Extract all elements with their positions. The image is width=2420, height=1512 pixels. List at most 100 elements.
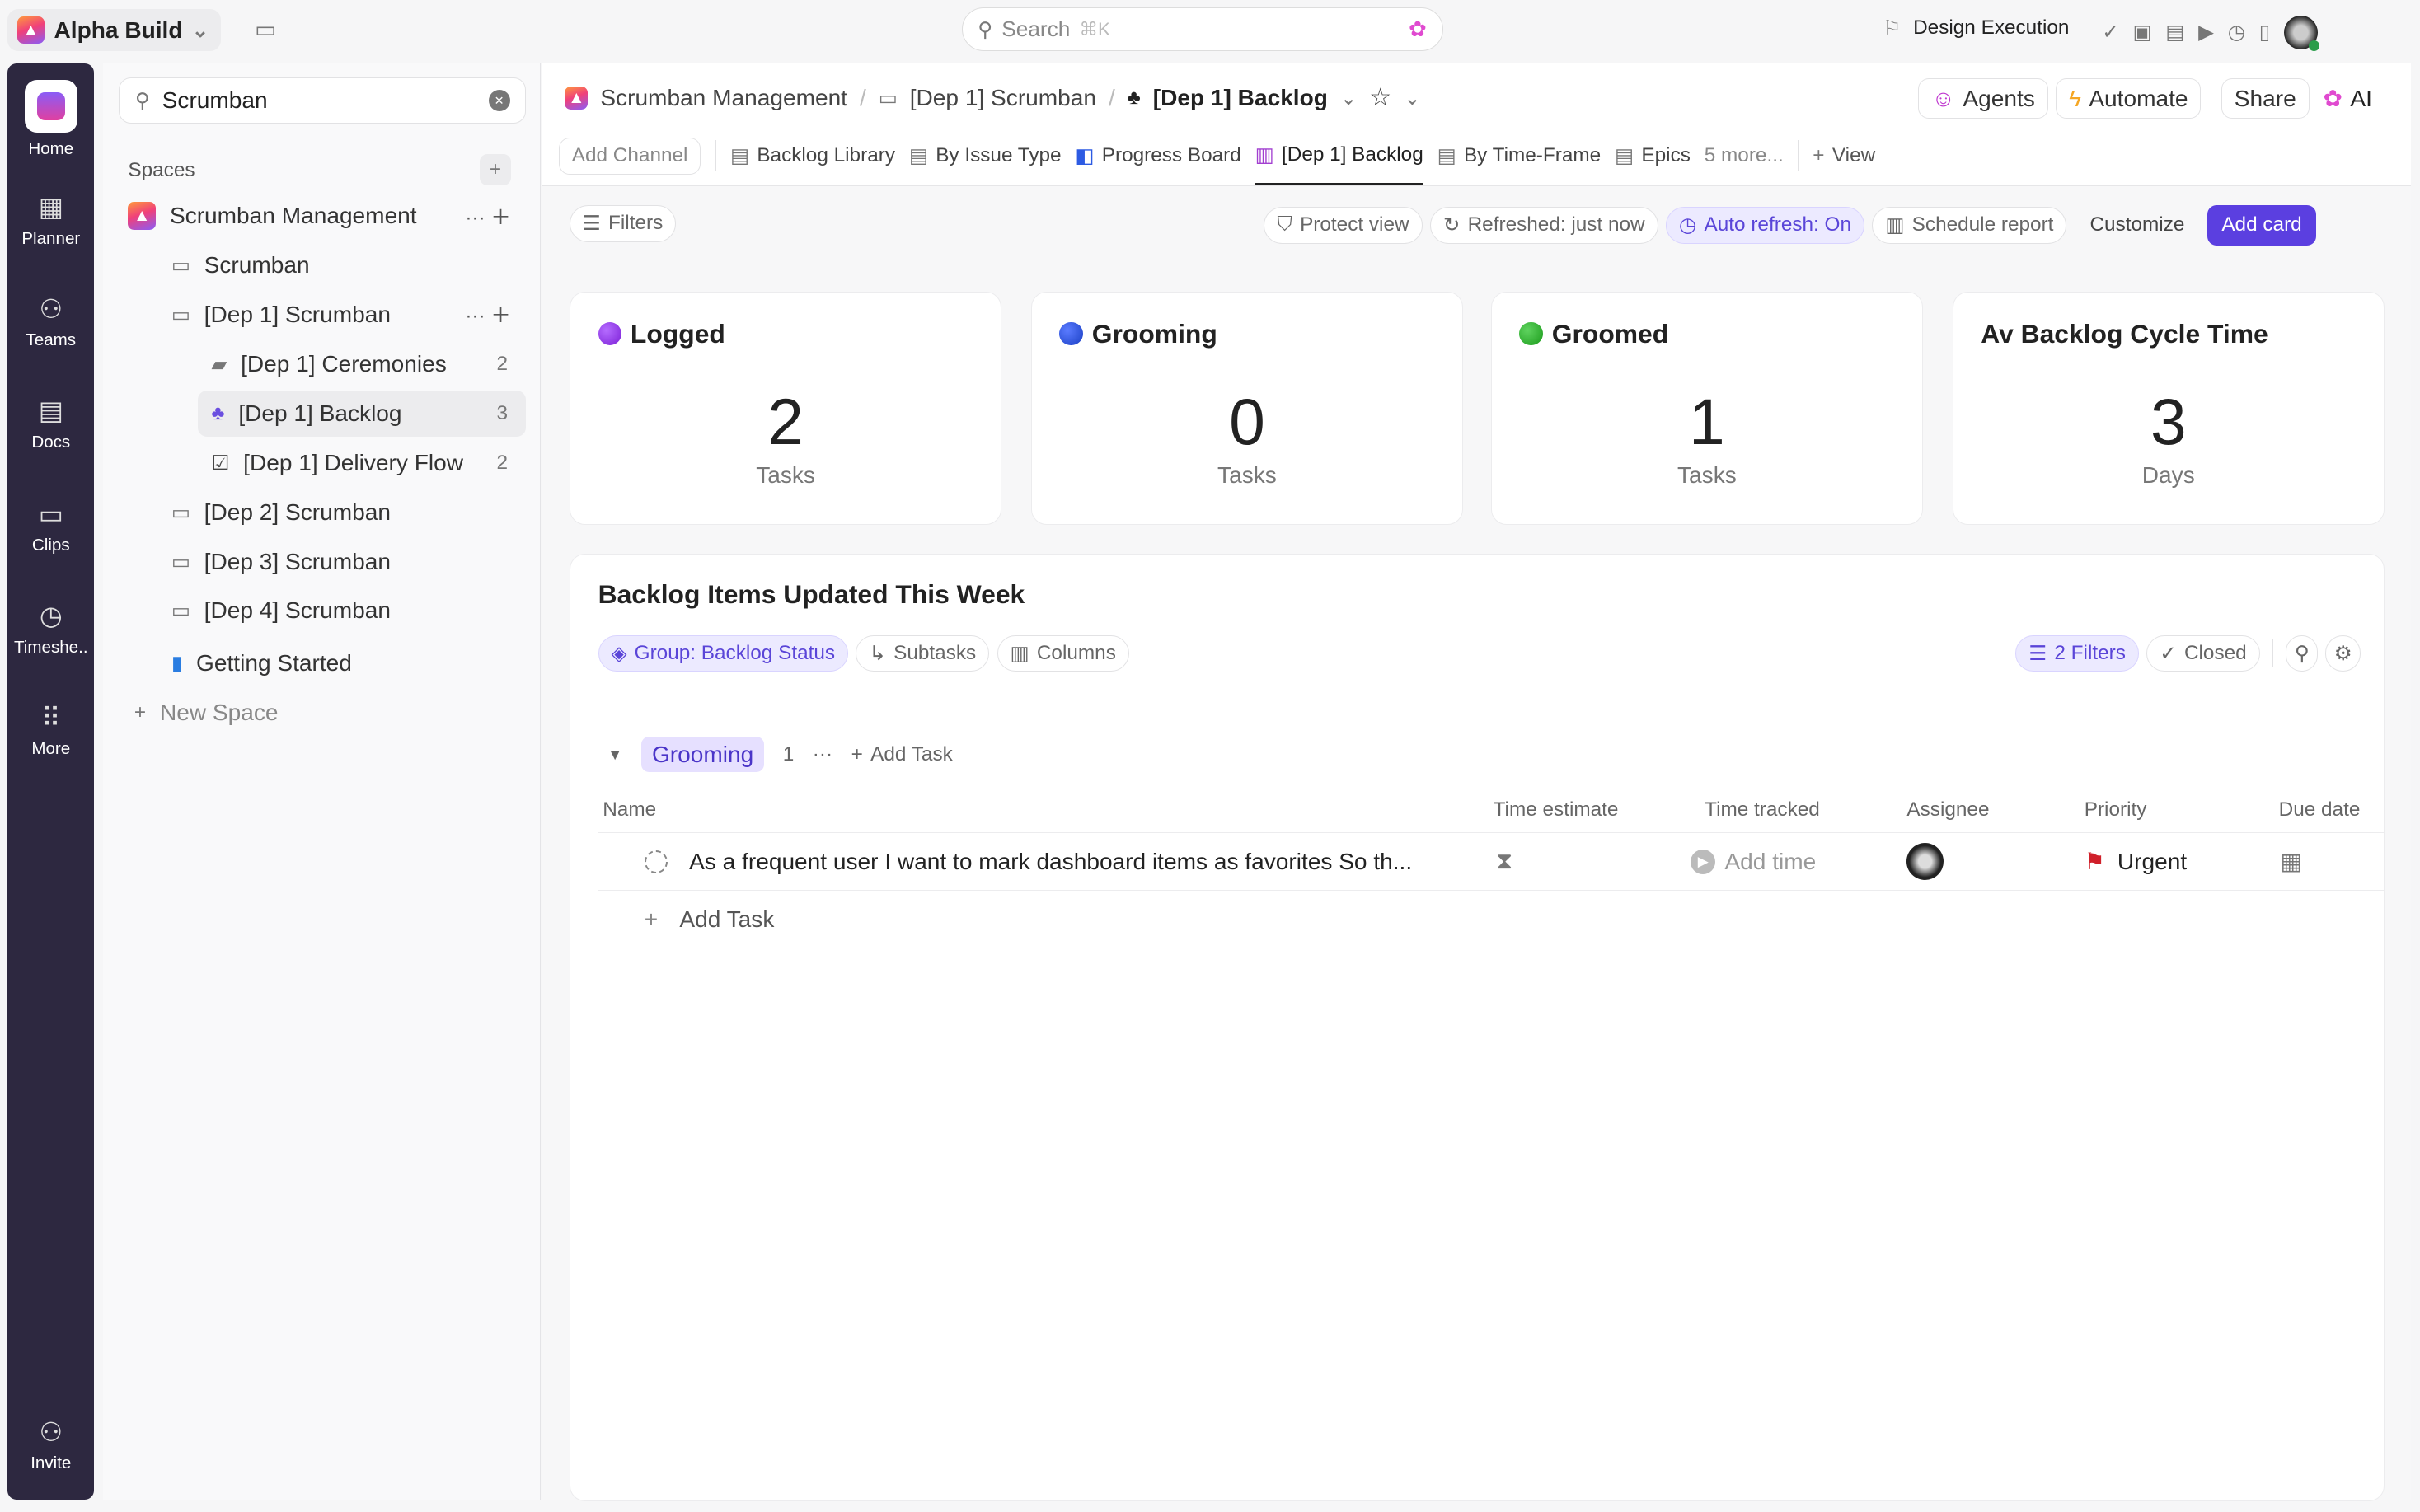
settings-button[interactable]: ⚙ <box>2325 635 2361 672</box>
table-icon: ▤ <box>730 143 749 168</box>
sidebar-item-backlog[interactable]: ♣[Dep 1] Backlog3 <box>212 392 509 435</box>
more-icon[interactable]: ··· <box>813 743 832 766</box>
filters-label: Filters <box>608 212 663 235</box>
design-execution-button[interactable]: ⚐Design Execution <box>1883 16 2069 40</box>
column-header-time-estimate[interactable]: Time estimate <box>1494 798 1619 822</box>
rail-docs[interactable]: ▤Docs <box>7 395 94 452</box>
search-button[interactable]: ⚲ <box>2286 635 2318 672</box>
tab-by-issue-type[interactable]: ▤By Issue Type <box>909 127 1062 185</box>
widget-title: Backlog Items Updated This Week <box>598 579 1025 610</box>
share-button[interactable]: Share <box>2221 78 2310 119</box>
add-time-button[interactable]: ▶Add time <box>1691 849 1816 875</box>
closed-toggle[interactable]: ✓Closed <box>2146 635 2259 672</box>
column-header-due-date[interactable]: Due date <box>2279 798 2361 822</box>
rail-more[interactable]: ⠿More <box>7 702 94 759</box>
card-cycle-time[interactable]: Av Backlog Cycle Time3Days <box>1953 292 2385 525</box>
column-header-priority[interactable]: Priority <box>2085 798 2147 822</box>
hourglass-icon[interactable]: ⧗ <box>1496 848 1512 875</box>
rail-invite[interactable]: ⚇Invite <box>7 1416 94 1473</box>
sidebar-item-getting-started[interactable]: ▮Getting Started <box>171 642 352 685</box>
columns-button[interactable]: ▥Columns <box>997 635 1129 672</box>
group-by-button[interactable]: ◈Group: Backlog Status <box>598 635 848 672</box>
filter-icon: ☰ <box>583 211 601 236</box>
star-icon[interactable]: ☆ <box>1369 83 1391 112</box>
column-header-name[interactable]: Name <box>603 798 656 822</box>
subtasks-button[interactable]: ↳Subtasks <box>856 635 989 672</box>
tab-by-time-frame[interactable]: ▤By Time-Frame <box>1437 127 1602 185</box>
priority-cell[interactable]: ⚑Urgent <box>2085 848 2187 875</box>
new-space-button[interactable]: +New Space <box>134 691 279 734</box>
sidebar-item-dep4[interactable]: ▭[Dep 4] Scrumban <box>171 589 391 632</box>
rail-planner[interactable]: ▦Planner <box>7 191 94 248</box>
column-header-time-tracked[interactable]: Time tracked <box>1705 798 1820 822</box>
user-avatar[interactable] <box>2284 16 2318 49</box>
add-task-label: Add Task <box>679 906 774 933</box>
rail-home[interactable]: Home <box>7 80 94 158</box>
add-channel-button[interactable]: Add Channel <box>559 138 701 175</box>
chevron-down-icon[interactable]: ⌄ <box>1404 86 1420 110</box>
filters-count-button[interactable]: ☰2 Filters <box>2015 635 2139 672</box>
dashboard-icon: ▥ <box>1255 143 1274 167</box>
task-add-icon[interactable]: ✓ <box>2102 20 2118 44</box>
status-circle-icon[interactable] <box>645 850 668 873</box>
add-space-icon[interactable]: + <box>480 154 510 185</box>
sidebar-item-dep3[interactable]: ▭[Dep 3] Scrumban <box>171 540 391 583</box>
search-input[interactable]: ⚲Search⌘K✿ <box>962 7 1443 50</box>
customize-button[interactable]: Customize <box>2089 213 2184 236</box>
auto-refresh-toggle[interactable]: ◷Auto refresh: On <box>1666 207 1864 244</box>
sidebar-search-input[interactable]: ⚲Scrumban× <box>119 77 526 124</box>
schedule-report-button[interactable]: ▥Schedule report <box>1872 207 2066 244</box>
sidebar-item-delivery-flow[interactable]: ☑[Dep 1] Delivery Flow2 <box>212 442 509 484</box>
table-row[interactable]: As a frequent user I want to mark dashbo… <box>598 832 2384 891</box>
inbox-icon[interactable]: ▣ <box>2132 20 2151 44</box>
column-header-assignee[interactable]: Assignee <box>1906 798 1989 822</box>
refreshed-button[interactable]: ↻Refreshed: just now <box>1430 207 1658 244</box>
item-label: [Dep 1] Scrumban <box>204 302 391 328</box>
card-logged[interactable]: Logged2Tasks <box>570 292 1001 525</box>
rail-timesheets[interactable]: ◷Timeshe.. <box>7 600 94 657</box>
task-name[interactable]: As a frequent user I want to mark dashbo… <box>689 849 1412 875</box>
rail-clips[interactable]: ▭Clips <box>7 499 94 555</box>
calendar-add-icon[interactable]: ▦ <box>2281 848 2303 875</box>
sidebar-item-ceremonies[interactable]: ▰[Dep 1] Ceremonies2 <box>212 343 509 386</box>
breadcrumb-list[interactable]: [Dep 1] Backlog <box>1153 85 1328 111</box>
sidebar-item-scrumban[interactable]: ▭Scrumban <box>171 244 310 287</box>
add-view-button[interactable]: +View <box>1813 127 1875 185</box>
add-card-button[interactable]: Add card <box>2207 205 2315 246</box>
tab-label: Backlog Library <box>757 144 895 167</box>
sidebar-item-dep1-scrumban[interactable]: ▭[Dep 1] Scrumban··· ＋ <box>171 293 511 336</box>
notepad-icon[interactable]: ▤ <box>2165 20 2184 44</box>
workspace-switcher[interactable]: ▲Alpha Build⌄ <box>7 9 221 51</box>
more-add-icons[interactable]: ··· ＋ <box>465 300 510 329</box>
assignee-avatar[interactable] <box>1906 843 1944 880</box>
collapse-caret-icon[interactable]: ▼ <box>607 746 623 764</box>
chevron-down-icon[interactable]: ⌄ <box>1340 86 1357 110</box>
ai-button[interactable]: ✿AI <box>2324 85 2372 112</box>
card-grooming[interactable]: Grooming0Tasks <box>1031 292 1463 525</box>
add-task-row[interactable]: +Add Task <box>645 906 775 933</box>
add-view-label: View <box>1832 144 1875 167</box>
alarm-icon[interactable]: ◷ <box>2228 20 2245 44</box>
tab-progress-board[interactable]: ◧Progress Board <box>1075 127 1240 185</box>
ai-sparkle-icon[interactable]: ✿ <box>1409 16 1427 42</box>
doc-icon[interactable]: ▯ <box>2259 20 2270 44</box>
clear-search-icon[interactable]: × <box>489 90 510 111</box>
calendar-icon[interactable]: ▭ <box>255 16 277 43</box>
group-add-task-button[interactable]: +Add Task <box>851 743 953 766</box>
automate-button[interactable]: ϟAutomate <box>2056 78 2201 119</box>
tab-dep1-backlog[interactable]: ▥[Dep 1] Backlog <box>1255 127 1423 185</box>
sidebar-item-dep2[interactable]: ▭[Dep 2] Scrumban <box>171 490 391 533</box>
agents-button[interactable]: ☺Agents <box>1918 78 2047 119</box>
card-groomed[interactable]: Groomed1Tasks <box>1491 292 1923 525</box>
protect-view-button[interactable]: ⛉Protect view <box>1264 207 1422 244</box>
more-tabs-button[interactable]: 5 more... <box>1705 144 1784 167</box>
breadcrumb-folder[interactable]: [Dep 1] Scrumban <box>910 85 1096 111</box>
tab-epics[interactable]: ▤Epics <box>1615 127 1691 185</box>
rail-teams[interactable]: ⚇Teams <box>7 293 94 350</box>
video-icon[interactable]: ▶ <box>2198 20 2214 44</box>
space-scrumban-management[interactable]: ▲Scrumban Management··· ＋ <box>128 194 510 237</box>
tab-backlog-library[interactable]: ▤ Backlog Library <box>730 127 895 185</box>
filters-button[interactable]: ☰ Filters <box>570 205 676 242</box>
breadcrumb-space[interactable]: Scrumban Management <box>600 85 847 111</box>
more-add-icons[interactable]: ··· ＋ <box>465 202 510 231</box>
